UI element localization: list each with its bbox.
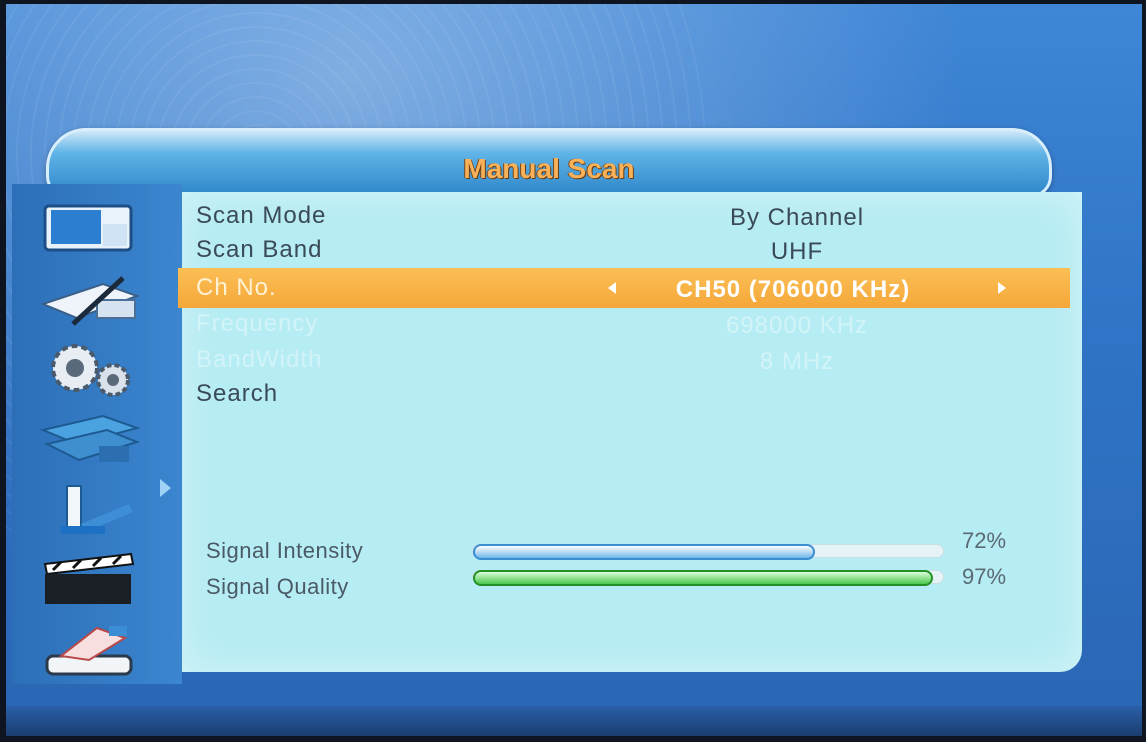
signal-quality-label: Signal Quality (206, 574, 349, 599)
system-gears-icon[interactable] (26, 340, 150, 400)
signal-intensity-bar (472, 544, 944, 560)
signal-intensity-label: Signal Intensity (206, 538, 364, 563)
title-bar: Manual Scan (46, 128, 1052, 198)
tv-screen: Manual Scan Scan Mode By Channel Scan Ba… (6, 4, 1142, 736)
scan-mode-row[interactable]: Scan Mode By Channel (182, 198, 1082, 232)
signal-quality-percent: 97% (962, 564, 1007, 589)
bandwidth-label: BandWidth (196, 346, 323, 373)
search-label: Search (196, 380, 279, 407)
scan-band-value: UHF (770, 238, 824, 265)
bandwidth-value: 8 MHz (759, 348, 835, 375)
scan-band-row[interactable]: Scan Band UHF (182, 232, 1082, 266)
usb-recorder-icon[interactable] (26, 620, 150, 680)
tools-icon[interactable] (26, 410, 150, 470)
channel-number-label: Ch No. (196, 274, 277, 301)
picture-settings-icon[interactable] (26, 198, 150, 258)
media-icon[interactable] (26, 480, 150, 540)
sidebar-menu (12, 184, 182, 684)
signal-intensity-percent: 72% (962, 528, 1007, 553)
manual-scan-panel: Scan Mode By Channel Scan Band UHF Ch No… (178, 192, 1082, 672)
search-row[interactable]: Search (182, 376, 1082, 410)
page-title: Manual Scan (463, 153, 635, 184)
frequency-value: 698000 KHz (725, 312, 869, 339)
signal-quality-bar (472, 570, 944, 586)
screen-bezel (6, 706, 1142, 736)
signal-intensity-fill (473, 544, 816, 560)
installation-icon[interactable] (26, 268, 150, 328)
clapper-icon[interactable] (26, 550, 150, 610)
arrow-right-icon[interactable] (998, 282, 1006, 294)
signal-quality-fill (473, 570, 933, 586)
channel-number-row[interactable]: Ch No. CH50 (706000 KHz) (178, 268, 1070, 308)
scan-band-label: Scan Band (196, 236, 323, 263)
channel-number-value: CH50 (706000 KHz) (675, 276, 911, 303)
frequency-row: Frequency 698000 KHz (182, 306, 1082, 340)
selection-arrow-icon (160, 479, 171, 497)
scan-mode-value: By Channel (729, 204, 865, 231)
frequency-label: Frequency (196, 310, 319, 337)
arrow-left-icon[interactable] (608, 282, 616, 294)
scan-mode-label: Scan Mode (196, 202, 327, 229)
bandwidth-row: BandWidth 8 MHz (182, 342, 1082, 376)
